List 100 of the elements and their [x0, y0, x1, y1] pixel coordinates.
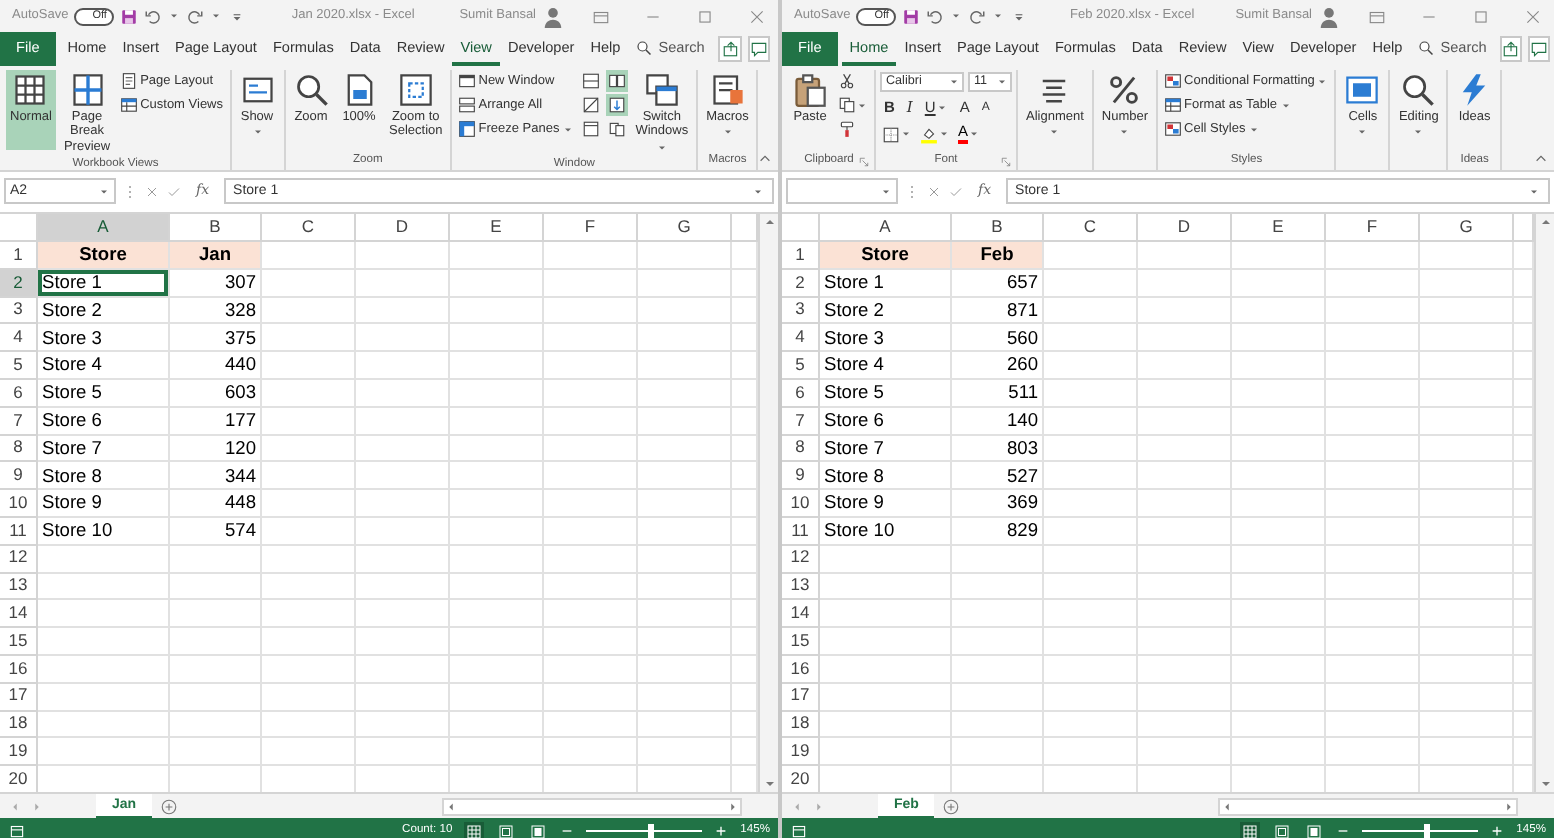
- empty-cell[interactable]: [262, 545, 356, 574]
- table-cell[interactable]: Store 3: [820, 324, 952, 353]
- empty-cell[interactable]: [1232, 297, 1326, 325]
- empty-cell[interactable]: [1326, 517, 1420, 546]
- empty-cell[interactable]: [544, 655, 638, 684]
- empty-cell[interactable]: [952, 738, 1044, 767]
- empty-cell[interactable]: [544, 600, 638, 629]
- table-cell[interactable]: 307: [170, 269, 262, 298]
- empty-cell[interactable]: [1326, 242, 1420, 270]
- redo-icon[interactable]: [186, 7, 205, 25]
- row-header[interactable]: 2: [782, 269, 820, 298]
- zoom-out-icon[interactable]: [1336, 824, 1351, 838]
- view-button[interactable]: [1304, 821, 1325, 838]
- empty-cell[interactable]: [952, 711, 1044, 739]
- table-cell[interactable]: Store 6: [38, 407, 170, 436]
- empty-cell[interactable]: [1232, 435, 1326, 463]
- empty-cell[interactable]: [638, 242, 732, 270]
- table-cell[interactable]: Store 5: [820, 379, 952, 408]
- empty-cell[interactable]: [1420, 545, 1514, 574]
- empty-cell[interactable]: [1326, 490, 1420, 518]
- empty-cell[interactable]: [1326, 711, 1420, 739]
- column-header[interactable]: B: [170, 214, 262, 242]
- empty-cell[interactable]: [1044, 517, 1138, 546]
- table-cell[interactable]: 511: [952, 379, 1044, 408]
- empty-cell[interactable]: [356, 600, 450, 629]
- table-cell[interactable]: 260: [952, 352, 1044, 380]
- empty-cell[interactable]: [544, 297, 638, 325]
- empty-cell[interactable]: [544, 324, 638, 353]
- empty-cell[interactable]: [638, 573, 732, 601]
- empty-cell[interactable]: [1044, 352, 1138, 380]
- row-header[interactable]: 19: [782, 738, 820, 767]
- table-cell[interactable]: 328: [170, 297, 262, 325]
- empty-cell[interactable]: [1138, 324, 1232, 353]
- save-icon[interactable]: [902, 7, 921, 25]
- table-cell[interactable]: 871: [952, 297, 1044, 325]
- row-header[interactable]: 19: [0, 738, 38, 767]
- row-header[interactable]: 1: [782, 242, 820, 270]
- empty-cell[interactable]: [262, 297, 356, 325]
- empty-cell[interactable]: [262, 407, 356, 436]
- empty-cell[interactable]: [544, 628, 638, 656]
- empty-cell[interactable]: [356, 407, 450, 436]
- empty-cell[interactable]: [1232, 379, 1326, 408]
- empty-cell[interactable]: [450, 407, 544, 436]
- row-header[interactable]: 12: [0, 545, 38, 574]
- empty-cell[interactable]: [952, 600, 1044, 629]
- empty-cell[interactable]: [544, 683, 638, 712]
- empty-cell[interactable]: [450, 379, 544, 408]
- empty-cell[interactable]: [170, 545, 262, 574]
- view-button[interactable]: [464, 821, 485, 838]
- empty-cell[interactable]: [1326, 297, 1420, 325]
- empty-cell[interactable]: [450, 655, 544, 684]
- row-header[interactable]: 4: [0, 324, 38, 353]
- empty-cell[interactable]: [262, 435, 356, 463]
- empty-cell[interactable]: [262, 517, 356, 546]
- table-cell[interactable]: Store 2: [820, 297, 952, 325]
- zoom-in-icon[interactable]: [714, 824, 729, 838]
- row-header[interactable]: 16: [782, 655, 820, 684]
- empty-cell[interactable]: [170, 711, 262, 739]
- empty-cell[interactable]: [1232, 600, 1326, 629]
- empty-cell[interactable]: [638, 435, 732, 463]
- empty-cell[interactable]: [1044, 324, 1138, 353]
- icon-button[interactable]: [918, 123, 952, 145]
- table-cell[interactable]: Store 4: [38, 352, 170, 380]
- share-button[interactable]: [718, 36, 742, 62]
- empty-cell[interactable]: [262, 490, 356, 518]
- collapse-icon[interactable]: [758, 152, 773, 166]
- row-header[interactable]: 6: [782, 379, 820, 408]
- empty-cell[interactable]: [638, 517, 732, 546]
- empty-cell[interactable]: [952, 573, 1044, 601]
- table-cell[interactable]: 829: [952, 517, 1044, 546]
- table-cell[interactable]: Store 3: [38, 324, 170, 353]
- row-header[interactable]: 11: [782, 517, 820, 546]
- share-button[interactable]: [1500, 36, 1523, 62]
- table-cell[interactable]: 440: [170, 352, 262, 380]
- empty-cell[interactable]: [1326, 324, 1420, 353]
- empty-cell[interactable]: [356, 738, 450, 767]
- empty-cell[interactable]: [356, 269, 450, 298]
- row-header[interactable]: 14: [0, 600, 38, 629]
- icon-button[interactable]: [836, 94, 870, 116]
- empty-cell[interactable]: [170, 600, 262, 629]
- empty-cell[interactable]: [544, 545, 638, 574]
- empty-cell[interactable]: [544, 517, 638, 546]
- table-cell[interactable]: Store 10: [820, 517, 952, 546]
- scroll-left-icon[interactable]: [790, 799, 804, 813]
- empty-cell[interactable]: [1232, 655, 1326, 684]
- empty-cell[interactable]: [638, 352, 732, 380]
- empty-cell[interactable]: [1138, 517, 1232, 546]
- empty-cell[interactable]: [1138, 407, 1232, 436]
- empty-cell[interactable]: [1138, 435, 1232, 463]
- table-cell[interactable]: Store 7: [820, 435, 952, 463]
- avatar-icon[interactable]: [542, 5, 564, 27]
- row-header[interactable]: 18: [782, 711, 820, 739]
- cancel-icon[interactable]: [926, 183, 942, 199]
- scroll-right-icon[interactable]: [812, 799, 826, 813]
- table-cell[interactable]: Store 7: [38, 435, 170, 463]
- avatar-icon[interactable]: [1318, 5, 1340, 27]
- table-cell[interactable]: 120: [170, 435, 262, 463]
- empty-cell[interactable]: [356, 517, 450, 546]
- scroll-right-icon[interactable]: [30, 799, 44, 813]
- cancel-icon[interactable]: [144, 183, 160, 199]
